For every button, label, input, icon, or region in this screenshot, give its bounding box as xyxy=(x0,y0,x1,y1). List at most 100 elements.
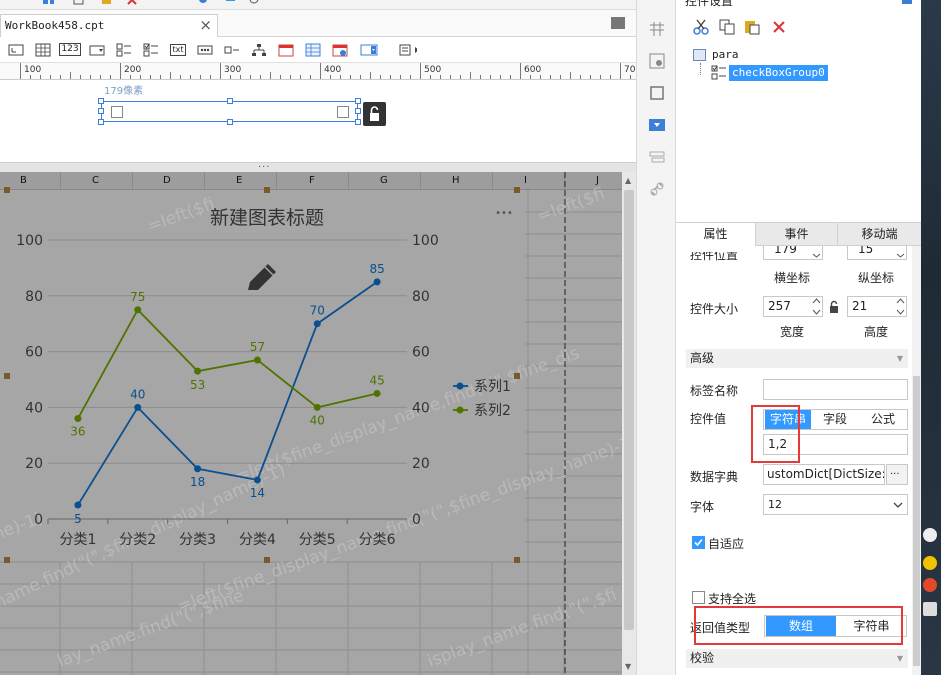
textarea-widget-icon[interactable]: txt xyxy=(169,41,187,58)
number-widget-icon[interactable]: 123 xyxy=(59,41,81,58)
value-type-field[interactable]: 字段 xyxy=(812,410,858,429)
ruler-tick xyxy=(450,75,451,79)
paste-icon[interactable] xyxy=(100,0,112,6)
scroll-thumb[interactable] xyxy=(913,376,920,666)
resize-handle[interactable] xyxy=(355,119,361,125)
desktop-app-icon[interactable] xyxy=(923,528,937,542)
resize-handle[interactable] xyxy=(227,98,233,104)
delete-icon[interactable] xyxy=(770,18,788,36)
edit-pencil-icon[interactable] xyxy=(248,264,276,290)
tag-name-input[interactable] xyxy=(763,379,908,400)
advanced-section-title: 高级 xyxy=(690,351,715,365)
legend-label: 系列1 xyxy=(474,379,511,395)
font-size-select[interactable]: 12 xyxy=(763,494,908,515)
chart-more-icon[interactable]: ••• xyxy=(495,208,513,219)
pos-y-spinner[interactable] xyxy=(894,246,907,260)
date-widget-icon[interactable] xyxy=(277,41,295,58)
grid-widget-icon[interactable] xyxy=(34,41,52,58)
resize-handle[interactable] xyxy=(98,98,104,104)
label-widget-icon[interactable] xyxy=(7,41,25,58)
checkbox-option[interactable] xyxy=(111,106,123,118)
tab-mobile[interactable]: 移动端 xyxy=(838,223,921,246)
resize-handle[interactable] xyxy=(98,119,104,125)
x-tick-label: 分类6 xyxy=(359,532,396,548)
height-spinner[interactable] xyxy=(894,296,907,317)
lock-icon xyxy=(370,106,379,121)
maximize-icon[interactable] xyxy=(610,16,626,30)
dropdown-tree-widget-icon[interactable] xyxy=(360,41,378,58)
select-all-checkbox[interactable] xyxy=(692,591,705,604)
chart-title[interactable]: 新建图表标题 xyxy=(210,207,324,229)
validate-section-title: 校验 xyxy=(690,651,715,665)
tree-widget-icon[interactable] xyxy=(250,41,268,58)
highlight-box xyxy=(694,606,903,645)
redo-icon[interactable] xyxy=(224,0,236,6)
combo-widget-icon[interactable] xyxy=(88,41,106,58)
file-tab[interactable]: WorkBook458.cpt × xyxy=(0,14,218,37)
pane-splitter[interactable]: ... xyxy=(0,159,636,172)
properties-scrollbar[interactable] xyxy=(912,246,921,675)
line-chart[interactable]: =left($fi_name.find("(",$fine_display_na… xyxy=(0,172,622,675)
cut-icon[interactable] xyxy=(692,18,710,36)
data-dictionary-input[interactable]: ustomDict[DictSize:3] xyxy=(763,464,885,485)
width-spinner[interactable] xyxy=(810,296,823,317)
frame-icon[interactable] xyxy=(648,84,666,102)
scroll-thumb[interactable] xyxy=(624,190,634,630)
more-widgets-icon[interactable] xyxy=(399,41,417,58)
advanced-section-header[interactable]: 高级 ▼ xyxy=(686,349,908,368)
data-icon[interactable] xyxy=(648,148,666,166)
autofit-checkbox[interactable] xyxy=(692,536,705,549)
ruler-tick xyxy=(320,63,321,79)
ruler-tick xyxy=(310,75,311,79)
password-widget-icon[interactable] xyxy=(196,41,214,58)
desktop-app-icon[interactable] xyxy=(923,556,937,570)
table-tree-widget-icon[interactable] xyxy=(304,41,322,58)
sheet-vertical-scrollbar[interactable]: ▲ ▼ xyxy=(622,172,636,675)
data-dictionary-more-button[interactable]: ··· xyxy=(886,464,908,485)
close-tab-icon[interactable]: × xyxy=(199,16,212,34)
copy-icon[interactable] xyxy=(72,0,84,6)
checkbox-group-widget-icon[interactable] xyxy=(142,41,160,58)
x-tick-label: 分类5 xyxy=(299,532,336,548)
resize-handle[interactable] xyxy=(227,119,233,125)
aspect-lock-icon[interactable] xyxy=(828,300,840,314)
data-label: 40 xyxy=(310,413,325,427)
delete-icon[interactable] xyxy=(126,0,138,6)
tree-node-checkboxgroup[interactable]: checkBoxGroup0 xyxy=(729,65,828,81)
scroll-down-icon[interactable]: ▼ xyxy=(625,662,631,671)
data-point xyxy=(313,403,321,411)
resize-handle[interactable] xyxy=(355,108,361,114)
settings-grid-icon[interactable] xyxy=(648,52,666,70)
value-type-formula[interactable]: 公式 xyxy=(859,410,907,429)
side-toolstrip xyxy=(636,0,676,675)
preview-icon[interactable] xyxy=(196,0,208,6)
lock-button[interactable] xyxy=(363,102,386,126)
datetime-widget-icon[interactable] xyxy=(331,41,349,58)
ruler-label: 100 xyxy=(24,65,42,75)
layout-icon[interactable] xyxy=(648,20,666,38)
widget-settings-icon[interactable] xyxy=(648,116,666,134)
template-icon[interactable] xyxy=(42,0,54,6)
resize-handle[interactable] xyxy=(355,98,361,104)
paste-icon[interactable] xyxy=(743,18,761,36)
pos-x-spinner[interactable] xyxy=(810,246,823,260)
radio-widget-icon[interactable] xyxy=(223,41,241,58)
copy-icon[interactable] xyxy=(718,18,736,36)
desktop-app-icon[interactable] xyxy=(923,602,937,616)
scroll-up-icon[interactable]: ▲ xyxy=(625,176,631,185)
ruler-tick xyxy=(560,75,561,79)
series-line xyxy=(77,281,378,506)
checkbox-widget-icon[interactable] xyxy=(115,41,133,58)
tree-node-para[interactable]: para xyxy=(712,48,739,61)
tag-name-label: 标签名称 xyxy=(690,384,739,398)
zoom-icon[interactable] xyxy=(248,0,260,6)
desktop-app-icon[interactable] xyxy=(923,578,937,592)
panel-pin-icon[interactable] xyxy=(902,0,912,4)
tab-events[interactable]: 事件 xyxy=(756,223,838,246)
tab-properties[interactable]: 属性 xyxy=(676,223,756,246)
checkbox-option[interactable] xyxy=(337,106,349,118)
ruler-tick xyxy=(240,75,241,79)
link-icon[interactable] xyxy=(648,180,666,198)
validate-section-header[interactable]: 校验 ▼ xyxy=(686,649,908,668)
resize-handle[interactable] xyxy=(98,108,104,114)
